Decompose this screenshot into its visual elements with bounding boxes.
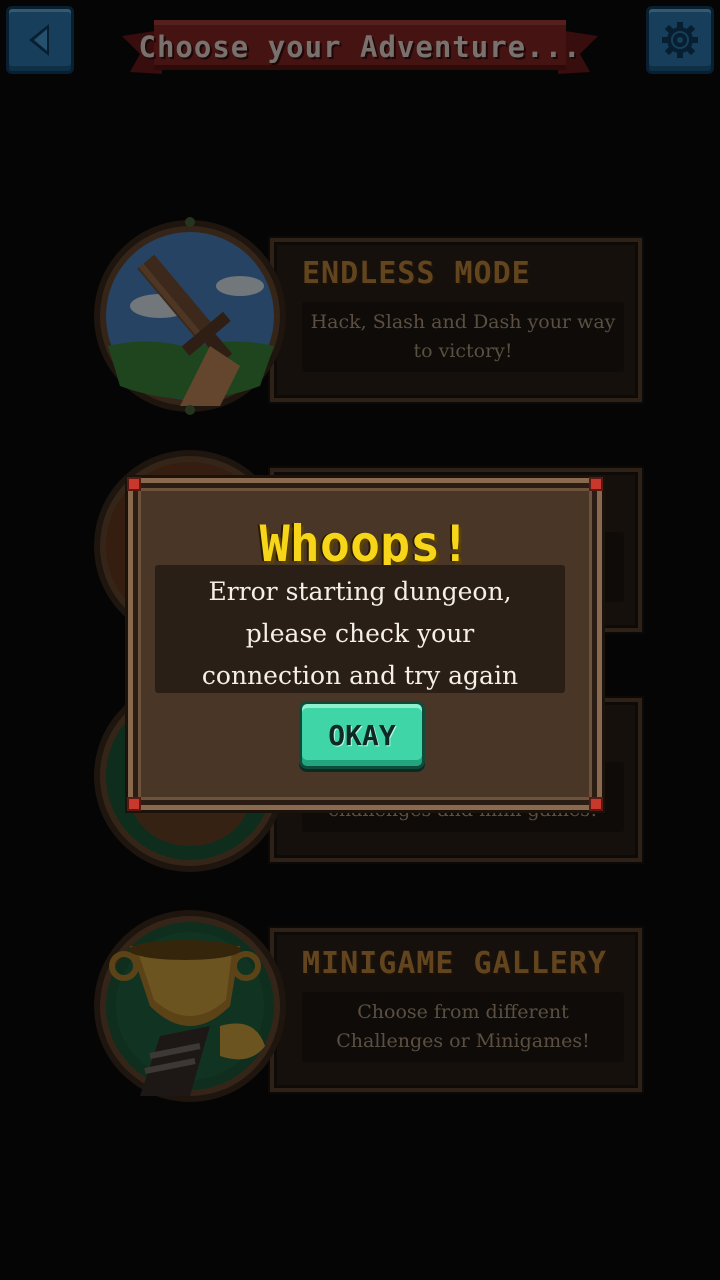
dialog-message-line: please check your <box>245 619 475 648</box>
dialog-message-line: Error starting dungeon, <box>208 577 512 606</box>
dialog-message: Error starting dungeon, please check you… <box>155 571 565 697</box>
error-dialog: Whoops! Error starting dungeon, please c… <box>127 477 603 811</box>
dialog-message-line: connection and try again <box>201 661 519 690</box>
dialog-corner-rivet <box>589 797 603 811</box>
dialog-corner-rivet <box>127 797 141 811</box>
dialog-corner-rivet <box>127 477 141 491</box>
okay-button[interactable]: OKAY <box>299 701 425 769</box>
dialog-corner-rivet <box>589 477 603 491</box>
